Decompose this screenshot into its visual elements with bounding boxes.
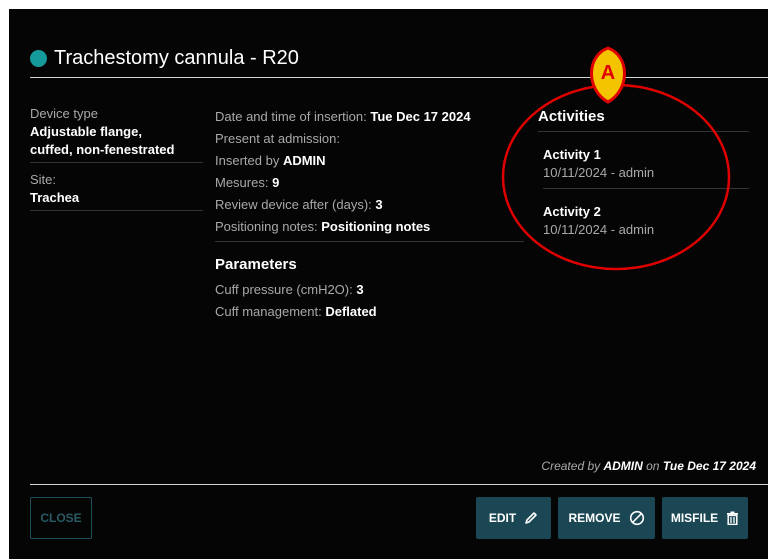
activity-name: Activity 1	[543, 147, 601, 162]
inserted-by-row: Inserted by ADMIN	[215, 150, 525, 172]
present-at-admission-label: Present at admission:	[215, 131, 341, 146]
created-by-mid: on	[642, 459, 663, 473]
cuff-pressure-row: Cuff pressure (cmH2O): 3	[215, 279, 525, 301]
activity-name: Activity 2	[543, 204, 601, 219]
cuff-management-row: Cuff management: Deflated	[215, 301, 525, 323]
review-after-label: Review device after (days):	[215, 197, 376, 212]
marker-label: A	[601, 62, 615, 84]
marker-pin-icon	[590, 46, 626, 104]
activity-item-1[interactable]: Activity 1 10/11/2024 - admin	[538, 132, 749, 188]
divider	[30, 162, 203, 163]
page-title: Trachestomy cannula - R20	[54, 47, 299, 69]
divider	[30, 210, 203, 211]
insertion-date-value: Tue Dec 17 2024	[370, 109, 471, 124]
device-type-value-line2: cuffed, non-fenestrated	[30, 142, 175, 157]
created-by-info: Created by ADMIN on Tue Dec 17 2024	[541, 459, 756, 473]
inserted-by-label: Inserted by	[215, 153, 283, 168]
misfile-button-label: MISFILE	[670, 511, 719, 525]
created-by-user: ADMIN	[603, 459, 643, 473]
activity-meta: 10/11/2024 - admin	[543, 165, 655, 180]
activities-heading: Activities	[538, 108, 605, 125]
mesures-label: Mesures:	[215, 175, 273, 190]
mesures-row: Mesures: 9	[215, 172, 525, 194]
device-details: Date and time of insertion: Tue Dec 17 2…	[215, 106, 525, 323]
status-dot-icon	[30, 50, 47, 67]
cuff-management-label: Cuff management:	[215, 304, 326, 319]
misfile-button[interactable]: MISFILE	[662, 497, 748, 539]
insertion-date-label: Date and time of insertion:	[215, 109, 371, 124]
review-after-row: Review device after (days): 3	[215, 194, 525, 216]
device-detail-modal: Trachestomy cannula - R20 Device type Ad…	[9, 9, 768, 559]
created-by-date: Tue Dec 17 2024	[662, 459, 756, 473]
close-button-label: CLOSE	[40, 511, 82, 525]
insertion-date-row: Date and time of insertion: Tue Dec 17 2…	[215, 106, 525, 128]
activity-item-2[interactable]: Activity 2 10/11/2024 - admin	[538, 189, 749, 245]
site-value: Trachea	[30, 190, 80, 205]
present-at-admission-row: Present at admission:	[215, 128, 525, 150]
positioning-notes-label: Positioning notes:	[215, 219, 322, 234]
created-by-prefix: Created by	[541, 459, 604, 473]
positioning-notes-row: Positioning notes: Positioning notes	[215, 216, 525, 238]
mesures-value: 9	[272, 175, 280, 190]
device-type-value-line1: Adjustable flange,	[30, 124, 142, 139]
title-row: Trachestomy cannula - R20	[30, 47, 299, 70]
edit-button-label: EDIT	[488, 511, 517, 525]
divider	[215, 241, 524, 242]
positioning-notes-value: Positioning notes	[321, 219, 431, 234]
remove-button-label: REMOVE	[568, 511, 621, 525]
site-label: Site:	[30, 172, 57, 187]
trash-icon	[726, 511, 739, 525]
title-divider	[30, 77, 768, 78]
prohibited-icon	[629, 510, 645, 526]
cuff-pressure-value: 3	[356, 282, 364, 297]
pencil-icon	[524, 511, 538, 525]
cuff-management-value: Deflated	[325, 304, 377, 319]
remove-button[interactable]: REMOVE	[558, 497, 655, 539]
review-after-value: 3	[375, 197, 383, 212]
cuff-pressure-label: Cuff pressure (cmH2O):	[215, 282, 357, 297]
footer-divider	[30, 484, 768, 485]
device-summary: Device type Adjustable flange, cuffed, n…	[30, 105, 203, 219]
edit-button[interactable]: EDIT	[476, 497, 551, 539]
activity-meta: 10/11/2024 - admin	[543, 222, 655, 237]
close-button[interactable]: CLOSE	[30, 497, 92, 539]
activities-panel: Activities Activity 1 10/11/2024 - admin…	[538, 106, 749, 245]
device-type-label: Device type	[30, 106, 98, 121]
inserted-by-value: ADMIN	[282, 153, 326, 168]
parameters-heading: Parameters	[215, 256, 297, 273]
